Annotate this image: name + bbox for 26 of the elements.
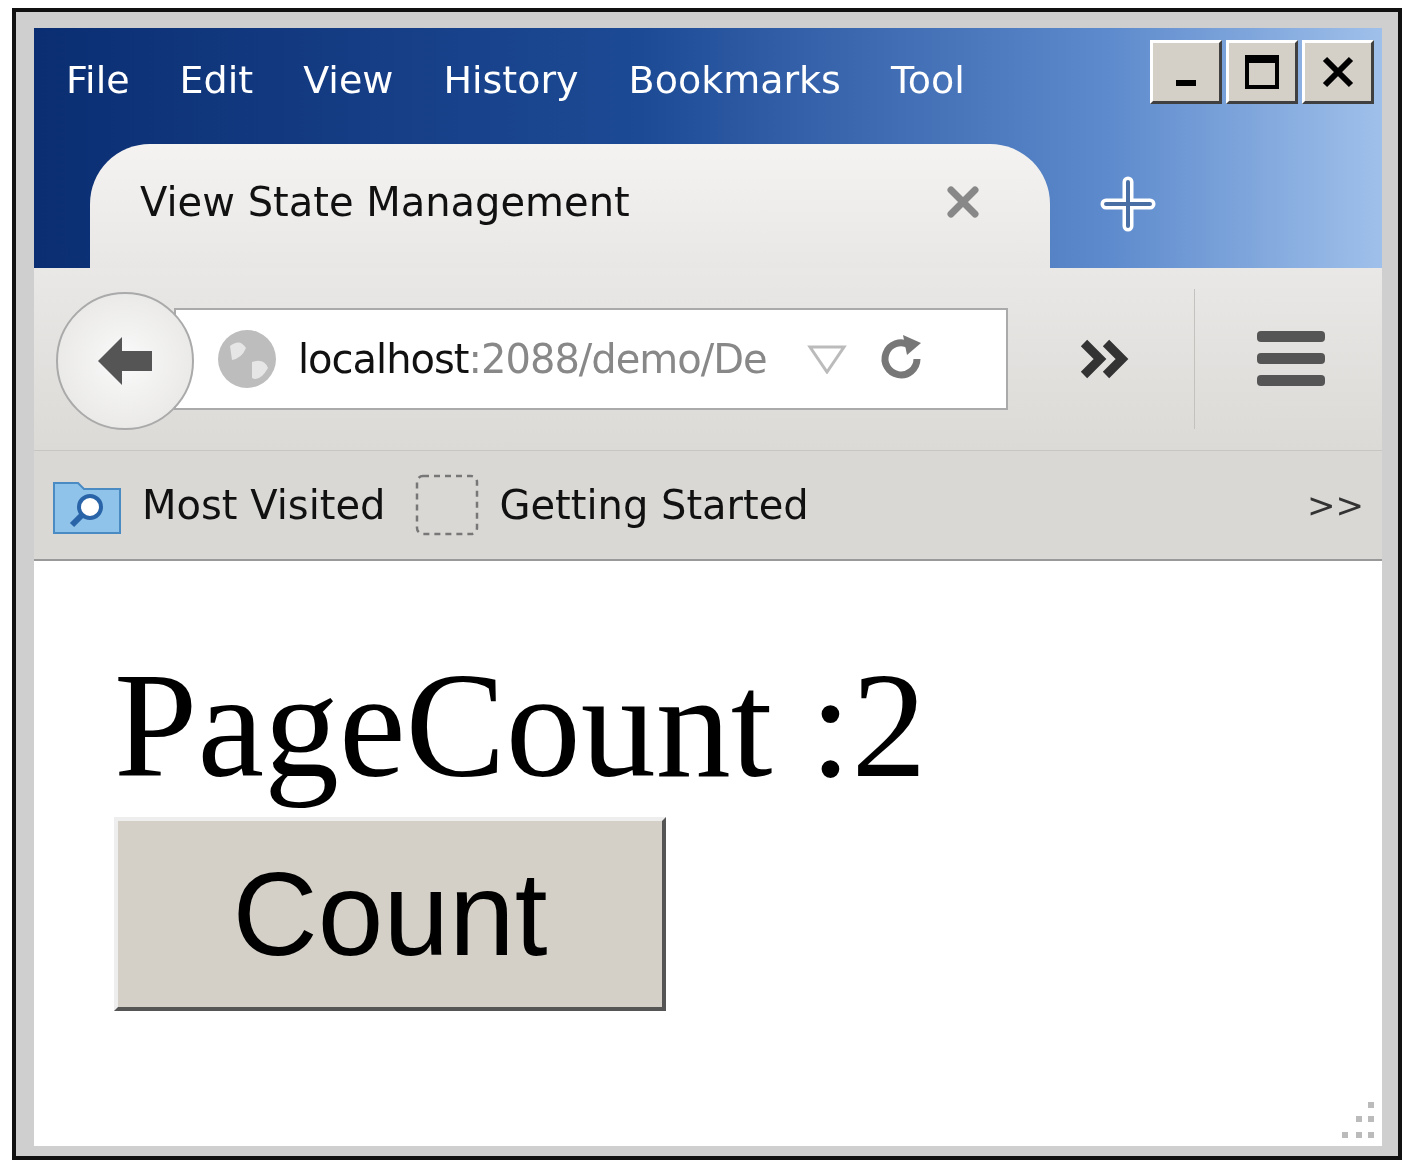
address-field[interactable]: localhost:2088/demo/De: [174, 308, 1008, 410]
globe-icon: [216, 328, 278, 390]
url-text: localhost:2088/demo/De: [298, 336, 767, 382]
close-icon: [1321, 55, 1355, 89]
menu-item[interactable]: Edit: [179, 58, 254, 102]
minimize-icon: [1176, 80, 1196, 86]
tab-title: View State Management: [140, 179, 631, 225]
bookmark-item[interactable]: Getting Started: [415, 474, 809, 536]
menu-item[interactable]: File: [66, 58, 130, 102]
menu-icon[interactable]: [1255, 329, 1327, 389]
bookmarks-overflow-button[interactable]: >>: [1307, 485, 1364, 525]
close-icon[interactable]: [946, 185, 980, 219]
menu-item[interactable]: Tool: [890, 58, 965, 102]
count-button[interactable]: Count: [114, 817, 666, 1011]
maximize-button[interactable]: [1226, 40, 1298, 104]
menu-item[interactable]: View: [303, 58, 394, 102]
maximize-icon: [1244, 54, 1280, 90]
browser-tab[interactable]: View State Management: [90, 144, 1050, 268]
menu-item[interactable]: Bookmarks: [628, 58, 841, 102]
page-count-text: PageCount :2: [114, 641, 928, 810]
page-placeholder-icon: [415, 474, 480, 536]
minimize-button[interactable]: [1150, 40, 1222, 104]
close-button[interactable]: [1302, 40, 1374, 104]
plus-icon[interactable]: [1100, 176, 1156, 232]
menu-item[interactable]: History: [443, 58, 579, 102]
bookmark-item[interactable]: Most Visited: [52, 475, 386, 535]
